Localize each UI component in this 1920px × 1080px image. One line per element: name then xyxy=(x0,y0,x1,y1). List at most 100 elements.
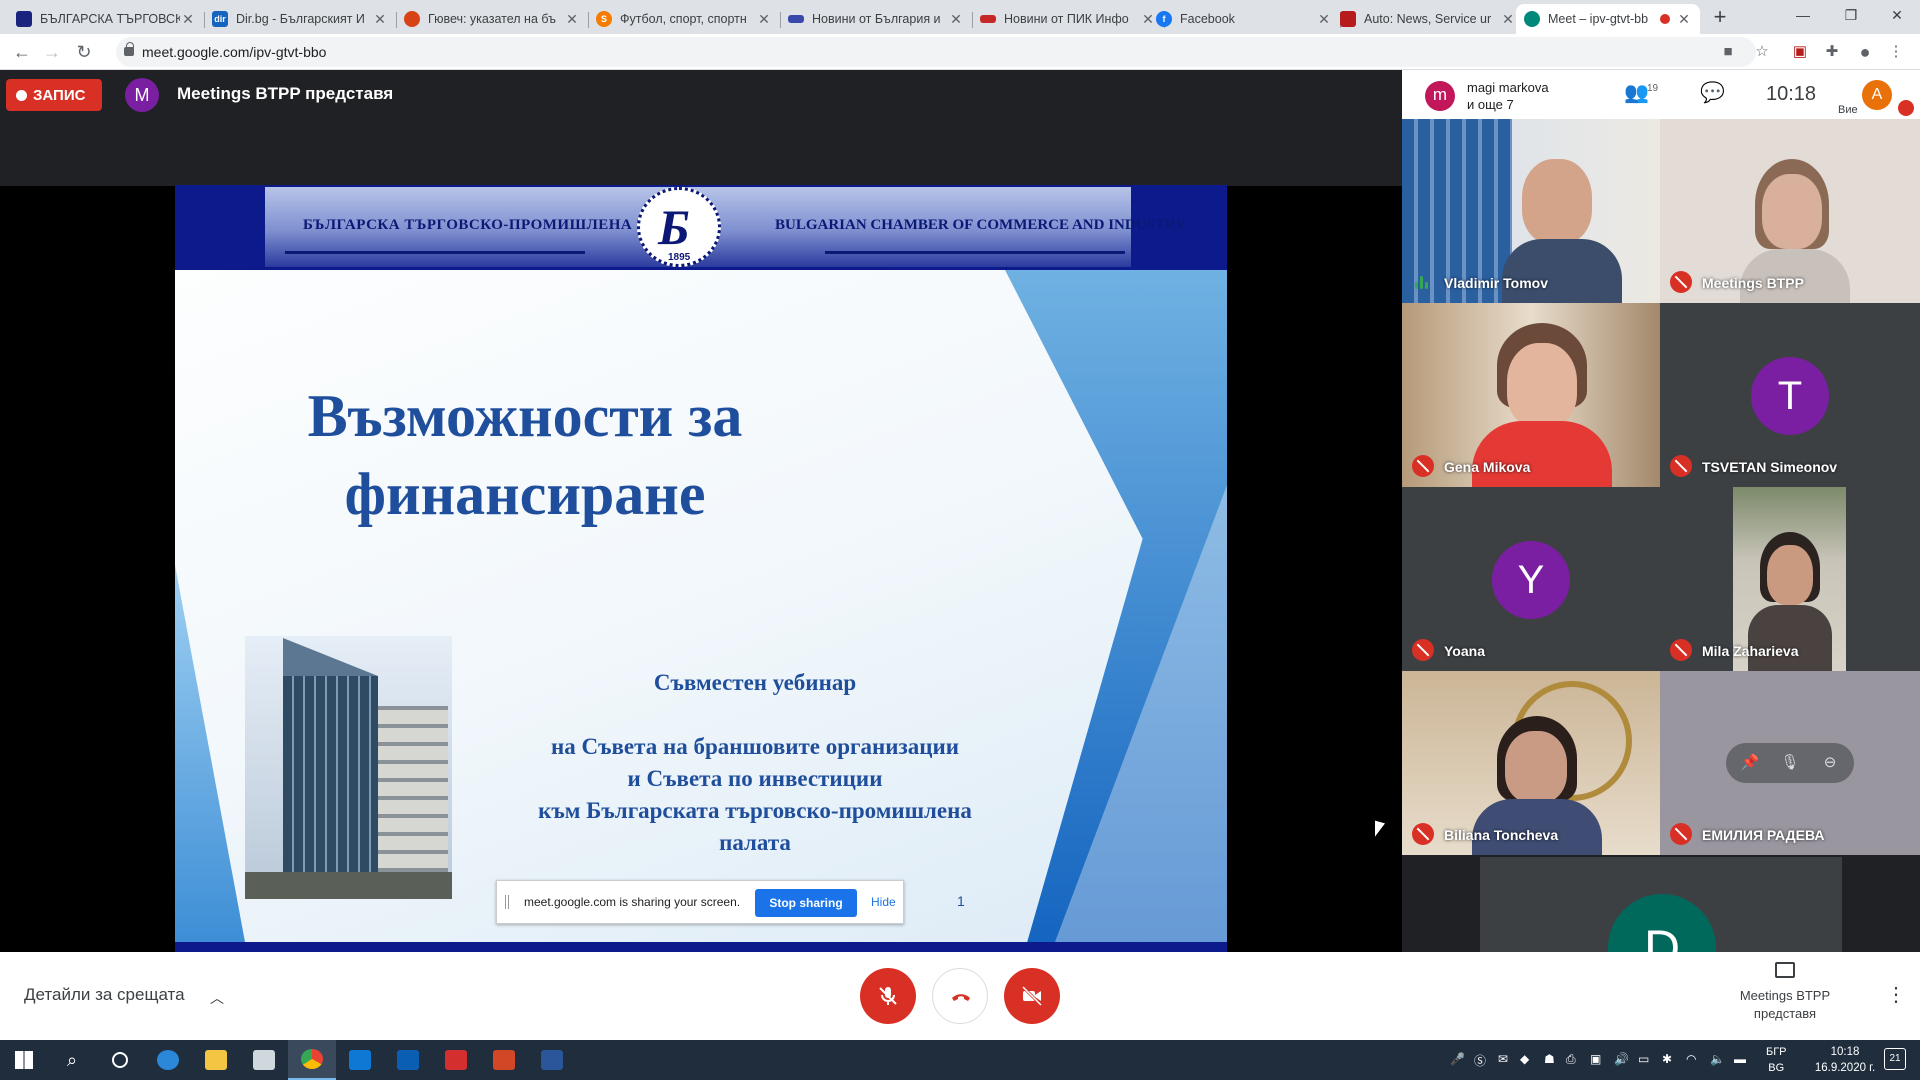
chevron-up-icon[interactable]: ︿ xyxy=(210,988,224,1008)
mail-tray-icon[interactable]: ✉ xyxy=(1498,1052,1508,1066)
participant-tile[interactable]: Y Yoana xyxy=(1402,487,1660,671)
edge-icon[interactable] xyxy=(144,1040,192,1080)
action-center-icon[interactable]: 21 xyxy=(1884,1048,1906,1070)
mail-icon[interactable] xyxy=(336,1040,384,1080)
forward-arrow-icon[interactable]: → xyxy=(40,40,64,64)
camera-blocked-icon[interactable]: ■ xyxy=(1718,42,1738,62)
close-tab-icon[interactable]: ✕ xyxy=(1500,11,1516,28)
extension-pdf-icon[interactable]: ▣ xyxy=(1790,42,1810,62)
muted-mic-icon xyxy=(1670,639,1692,661)
participant-tile[interactable]: Gena Mikova xyxy=(1402,303,1660,487)
tab-meet[interactable]: Meet – ipv-gtvt-bb ✕ xyxy=(1516,4,1700,34)
stop-sharing-button[interactable]: Stop sharing xyxy=(755,889,857,917)
close-tab-icon[interactable]: ✕ xyxy=(180,11,196,28)
display-tray-icon[interactable]: ▭ xyxy=(1638,1052,1649,1066)
chrome-icon[interactable] xyxy=(288,1040,336,1080)
speaker-name: magi markova xyxy=(1467,80,1549,95)
tab-news-bg[interactable]: Новини от България и ✕ xyxy=(780,4,973,34)
reload-icon[interactable]: ↻ xyxy=(72,40,96,64)
network-tray-icon[interactable]: ☗ xyxy=(1544,1052,1555,1066)
dir-favicon: dir xyxy=(212,11,228,27)
store-icon[interactable] xyxy=(240,1040,288,1080)
participant-tile[interactable]: Mila Zaharieva xyxy=(1660,487,1920,671)
back-arrow-icon[interactable]: ← xyxy=(10,40,34,64)
participant-name: Gena Mikova xyxy=(1444,459,1531,475)
camera-off-button[interactable] xyxy=(1004,968,1060,1024)
close-tab-icon[interactable]: ✕ xyxy=(756,11,772,28)
input-language[interactable]: БГР BG xyxy=(1766,1044,1787,1076)
participant-tile[interactable]: Biliana Toncheva xyxy=(1402,671,1660,855)
file-explorer-icon[interactable] xyxy=(192,1040,240,1080)
speaker-tray-icon[interactable]: 🔈 xyxy=(1710,1052,1725,1066)
self-avatar[interactable]: A xyxy=(1862,80,1892,110)
minimize-icon[interactable]: — xyxy=(1780,0,1826,30)
tab-facebook[interactable]: f Facebook ✕ xyxy=(1148,4,1341,34)
tab-guvech[interactable]: Гювеч: указател на бъ ✕ xyxy=(396,4,589,34)
battery-tray-icon[interactable]: ▬ xyxy=(1734,1052,1746,1066)
more-options-icon[interactable]: ⋮ xyxy=(1886,982,1906,1007)
participant-tile[interactable]: D xyxy=(1480,857,1842,952)
close-window-icon[interactable]: ✕ xyxy=(1874,0,1920,30)
pin-icon[interactable]: 📌 xyxy=(1740,753,1760,773)
bookmark-star-icon[interactable]: ☆ xyxy=(1752,42,1772,62)
search-icon[interactable]: ⌕ xyxy=(48,1040,96,1080)
tab-auto[interactable]: Auto: News, Service ur ✕ xyxy=(1332,4,1524,34)
remove-participant-icon[interactable]: ⊖ xyxy=(1820,753,1840,773)
tab-label: Auto: News, Service ur xyxy=(1364,12,1492,26)
tab-dir[interactable]: dir Dir.bg - Българският И ✕ xyxy=(204,4,397,34)
chamber-logo-seal: Б 1895 xyxy=(637,187,721,267)
participant-tile[interactable]: Vladimir Tomov xyxy=(1402,119,1660,303)
facebook-favicon: f xyxy=(1156,11,1172,27)
extensions-puzzle-icon[interactable]: ✚ xyxy=(1822,42,1842,62)
outlook-icon[interactable] xyxy=(384,1040,432,1080)
bluetooth-tray-icon[interactable]: ✱ xyxy=(1662,1052,1672,1066)
meeting-details-button[interactable]: Детайли за срещата xyxy=(24,985,185,1005)
drag-handle-icon[interactable] xyxy=(505,895,509,909)
muted-mic-icon xyxy=(1412,455,1434,477)
wifi-tray-icon[interactable]: ◠ xyxy=(1686,1052,1696,1066)
present-now-button[interactable]: Meetings BTPP представя xyxy=(1730,962,1840,1023)
lock-icon[interactable] xyxy=(124,42,134,56)
acrobat-icon[interactable] xyxy=(432,1040,480,1080)
participant-name: Vladimir Tomov xyxy=(1444,275,1548,291)
self-muted-icon xyxy=(1898,100,1914,116)
security-tray-icon[interactable]: ◆ xyxy=(1520,1052,1529,1066)
people-icon[interactable]: 👥 xyxy=(1624,80,1649,105)
participant-tile[interactable]: T TSVETAN Simeonov xyxy=(1660,303,1920,487)
system-clock[interactable]: 10:18 16.9.2020 г. xyxy=(1805,1044,1885,1076)
recording-indicator-icon xyxy=(1660,14,1670,24)
active-speaker-chip[interactable]: m magi markova и още 7 xyxy=(1425,78,1600,114)
new-tab-button[interactable]: + xyxy=(1706,4,1734,32)
tab-pik[interactable]: Новини от ПИК Инфо ✕ xyxy=(972,4,1165,34)
close-tab-icon[interactable]: ✕ xyxy=(948,11,964,28)
present-label: Meetings BTPP xyxy=(1739,988,1831,1003)
address-bar[interactable]: meet.google.com/ipv-gtvt-bbo xyxy=(116,37,1756,67)
skype-tray-icon[interactable]: Ⓢ xyxy=(1474,1052,1486,1069)
chat-icon[interactable]: 💬 xyxy=(1700,80,1725,105)
word-icon[interactable] xyxy=(528,1040,576,1080)
microphone-tray-icon[interactable]: 🎤 xyxy=(1450,1052,1465,1066)
restore-icon[interactable]: ❐ xyxy=(1828,0,1874,30)
windows-start-icon[interactable] xyxy=(0,1040,48,1080)
volume-tray-icon[interactable]: 🔊 xyxy=(1614,1052,1629,1066)
printer-tray-icon[interactable]: ⎙ xyxy=(1566,1052,1576,1067)
chrome-menu-icon[interactable]: ⋮ xyxy=(1886,42,1906,62)
close-tab-icon[interactable]: ✕ xyxy=(1316,11,1332,28)
participant-tile[interactable]: Meetings BTPP xyxy=(1660,119,1920,303)
outlook-tray-icon[interactable]: ▣ xyxy=(1590,1052,1601,1066)
microphone-off-button[interactable] xyxy=(860,968,916,1024)
tile-hover-controls: 📌 🎙 ⊖ xyxy=(1726,743,1854,783)
leave-call-button[interactable] xyxy=(932,968,988,1024)
tab-btpp[interactable]: БЪЛГАРСКА ТЪРГОВСКО ✕ xyxy=(8,4,205,34)
powerpoint-icon[interactable] xyxy=(480,1040,528,1080)
mute-participant-icon[interactable]: 🎙 xyxy=(1780,753,1800,773)
subtitle-heading: Съвместен уебинар xyxy=(653,670,857,695)
close-tab-icon[interactable]: ✕ xyxy=(372,11,388,28)
cortana-icon[interactable] xyxy=(96,1040,144,1080)
profile-icon[interactable]: ● xyxy=(1855,42,1875,62)
lang-region: BG xyxy=(1768,1062,1785,1074)
tab-sport[interactable]: S Футбол, спорт, спортн ✕ xyxy=(588,4,781,34)
close-tab-icon[interactable]: ✕ xyxy=(1676,11,1692,28)
hide-button[interactable]: Hide xyxy=(871,895,896,909)
close-tab-icon[interactable]: ✕ xyxy=(564,11,580,28)
